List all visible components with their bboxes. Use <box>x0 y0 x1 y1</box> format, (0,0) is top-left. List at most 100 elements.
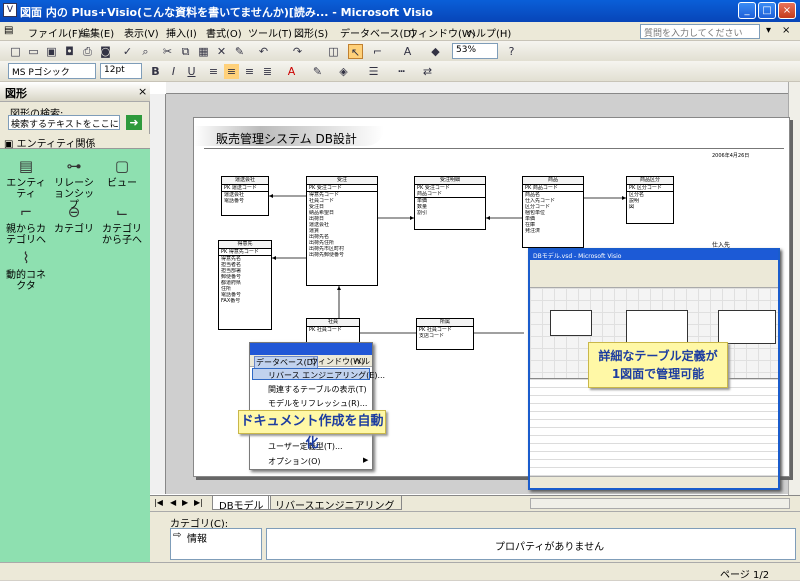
copy-icon[interactable]: ⧉ <box>178 44 193 59</box>
shape-dynamic-connector[interactable]: ⌇ 動的コネクタ <box>2 248 50 292</box>
menu-edit[interactable]: 編集(E) <box>80 25 114 40</box>
formatting-toolbar: MS Pゴシック 12pt B I U ≡ ≡ ≡ ≣ A ✎ ◈ ☰ ┅ ⇄ <box>0 61 800 82</box>
align-center-icon[interactable]: ≡ <box>224 64 239 79</box>
doc-close-icon[interactable]: × <box>782 25 790 36</box>
bold-icon[interactable]: B <box>148 64 163 79</box>
menu-bar: ▤ ファイル(F) 編集(E) 表示(V) 挿入(I) 書式(O) ツール(T)… <box>0 22 800 41</box>
entity-icon: ▤ <box>18 157 34 175</box>
shape-search-input[interactable]: 検索するテキストをここに入 <box>8 115 120 130</box>
connector-tool-icon[interactable]: ⌐ <box>370 44 385 59</box>
category-to-child-icon: ⌙ <box>115 203 129 221</box>
horizontal-ruler <box>166 82 788 94</box>
paste-icon[interactable]: ▦ <box>196 44 211 59</box>
standard-toolbar: □ ▭ ▣ ◘ ⎙ ◙ ✓ ⌕ ✂ ⧉ ▦ ✕ ✎ ↶ ↷ ◫ ↖ ⌐ A ◆ … <box>0 41 800 62</box>
inset-toolbars <box>530 260 778 288</box>
title-bar: V 図面 内の Plus+Visio(こんな資料を書いてませんか)[読み... … <box>0 0 800 22</box>
font-color-icon[interactable]: A <box>284 64 299 79</box>
spelling-icon[interactable]: ✓ <box>120 44 135 59</box>
pointer-tool-icon[interactable]: ↖ <box>348 44 363 59</box>
line-pattern-icon[interactable]: ┅ <box>394 64 409 79</box>
line-color-icon[interactable]: ✎ <box>310 64 325 79</box>
menu-format[interactable]: 書式(O) <box>206 25 242 40</box>
pane-close-icon[interactable]: × <box>138 85 147 98</box>
font-combo[interactable]: MS Pゴシック <box>8 63 96 79</box>
fill-color-icon[interactable]: ◈ <box>336 64 351 79</box>
category-item-info[interactable]: 情報 <box>187 530 207 545</box>
line-ends-icon[interactable]: ⇄ <box>420 64 435 79</box>
delete-icon[interactable]: ✕ <box>214 44 229 59</box>
menu-file[interactable]: ファイル(F) <box>28 25 82 40</box>
preview-icon[interactable]: ◙ <box>98 44 113 59</box>
tab-db-model[interactable]: DBモデル <box>212 496 271 512</box>
menu-help[interactable]: ヘルプ(H) <box>466 25 511 40</box>
font-size-combo[interactable]: 12pt <box>100 63 142 79</box>
zoom-combo[interactable]: 53% <box>452 43 498 59</box>
drawing-tools-icon[interactable]: ◆ <box>428 44 443 59</box>
permission-icon[interactable]: ◘ <box>62 44 77 59</box>
stencil-header[interactable]: ▣ エンティティ関係 <box>0 134 150 150</box>
help-search-input[interactable]: 質問を入力してください <box>640 24 760 39</box>
visio-app-icon[interactable]: V <box>3 3 17 17</box>
help-icon[interactable]: ? <box>504 44 519 59</box>
maximize-icon[interactable]: □ <box>758 2 776 19</box>
shape-view[interactable]: ▢ ビュー <box>98 156 146 189</box>
help-dropdown-icon[interactable]: ▾ <box>766 25 771 36</box>
status-bar: ページ 1/2 <box>0 562 800 581</box>
align-left-icon[interactable]: ≡ <box>206 64 221 79</box>
shapes-icon[interactable]: ◫ <box>326 44 341 59</box>
menu-view[interactable]: 表示(V) <box>124 25 159 40</box>
text-tool-icon[interactable]: A <box>400 44 415 59</box>
category-arrow-icon: ⇨ <box>173 530 182 541</box>
doc-icon[interactable]: ▤ <box>4 25 13 36</box>
undo-icon[interactable]: ↶ <box>256 44 271 59</box>
tab-reverse-engineering[interactable]: リバースエンジニアリング <box>268 496 402 512</box>
help-menu-label[interactable]: ヘル <box>354 356 370 367</box>
inset-statusbar <box>530 476 778 488</box>
property-grid: プロパティがありません <box>266 528 796 560</box>
minimize-icon[interactable]: _ <box>738 2 756 19</box>
callout-table-definition: 詳細なテーブル定義が 1図面で管理可能 <box>588 342 728 388</box>
open-icon[interactable]: ▭ <box>26 44 41 59</box>
stencil-icon: ▣ <box>4 139 17 150</box>
menu-shapes[interactable]: 図形(S) <box>294 25 328 40</box>
menu-item-refresh-model[interactable]: モデルをリフレッシュ(R)... <box>268 398 367 409</box>
shape-category-to-child[interactable]: ⌙ カテゴリから子へ <box>98 202 146 246</box>
italic-icon[interactable]: I <box>166 64 181 79</box>
format-painter-icon[interactable]: ✎ <box>232 44 247 59</box>
tab-nav-last-icon[interactable]: ▶| <box>194 498 203 507</box>
save-icon[interactable]: ▣ <box>44 44 59 59</box>
category-icon: ⊖ <box>67 203 81 221</box>
page-indicator: ページ 1/2 <box>720 570 770 581</box>
shape-category[interactable]: ⊖ カテゴリ <box>50 202 98 235</box>
align-right-icon[interactable]: ≡ <box>242 64 257 79</box>
category-list[interactable]: ⇨ 情報 <box>170 528 262 560</box>
no-properties-text: プロパティがありません <box>495 542 605 553</box>
underline-icon[interactable]: U <box>184 64 199 79</box>
print-icon[interactable]: ⎙ <box>80 44 95 59</box>
menu-database[interactable]: データベース(D) <box>340 25 415 40</box>
shape-parent-to-category[interactable]: ⌐ 親からカテゴリへ <box>2 202 50 246</box>
menu-insert[interactable]: 挿入(I) <box>166 25 197 40</box>
view-icon: ▢ <box>114 157 130 175</box>
research-icon[interactable]: ⌕ <box>138 44 153 59</box>
line-weight-icon[interactable]: ☰ <box>366 64 381 79</box>
tab-nav-next-icon[interactable]: ▶ <box>182 498 188 507</box>
shapes-pane-title: 図形 <box>0 82 150 102</box>
callout-line-1: 詳細なテーブル定義が <box>598 349 718 363</box>
shape-entity[interactable]: ▤ エンティティ <box>2 156 50 200</box>
menu-item-options[interactable]: オプション(O) <box>268 456 321 467</box>
horizontal-scrollbar[interactable] <box>530 498 790 509</box>
menu-tools[interactable]: ツール(T) <box>248 25 292 40</box>
submenu-arrow-icon: ▶ <box>363 456 369 464</box>
tab-nav-first-icon[interactable]: |◀ <box>154 498 163 507</box>
cut-icon[interactable]: ✂ <box>160 44 175 59</box>
close-icon[interactable]: × <box>778 2 796 19</box>
page-tabs-bar: |◀ ◀ ▶ ▶| DBモデル リバースエンジニアリング <box>150 495 800 512</box>
menu-item-show-related[interactable]: 関連するテーブルの表示(T) <box>268 384 367 395</box>
search-go-icon[interactable]: ➜ <box>126 115 142 130</box>
redo-icon[interactable]: ↷ <box>290 44 305 59</box>
new-icon[interactable]: □ <box>8 44 23 59</box>
justify-icon[interactable]: ≣ <box>260 64 275 79</box>
tab-nav-prev-icon[interactable]: ◀ <box>170 498 176 507</box>
menu-item-reverse-engineer[interactable]: リバース エンジニアリング(E)... <box>268 370 385 381</box>
